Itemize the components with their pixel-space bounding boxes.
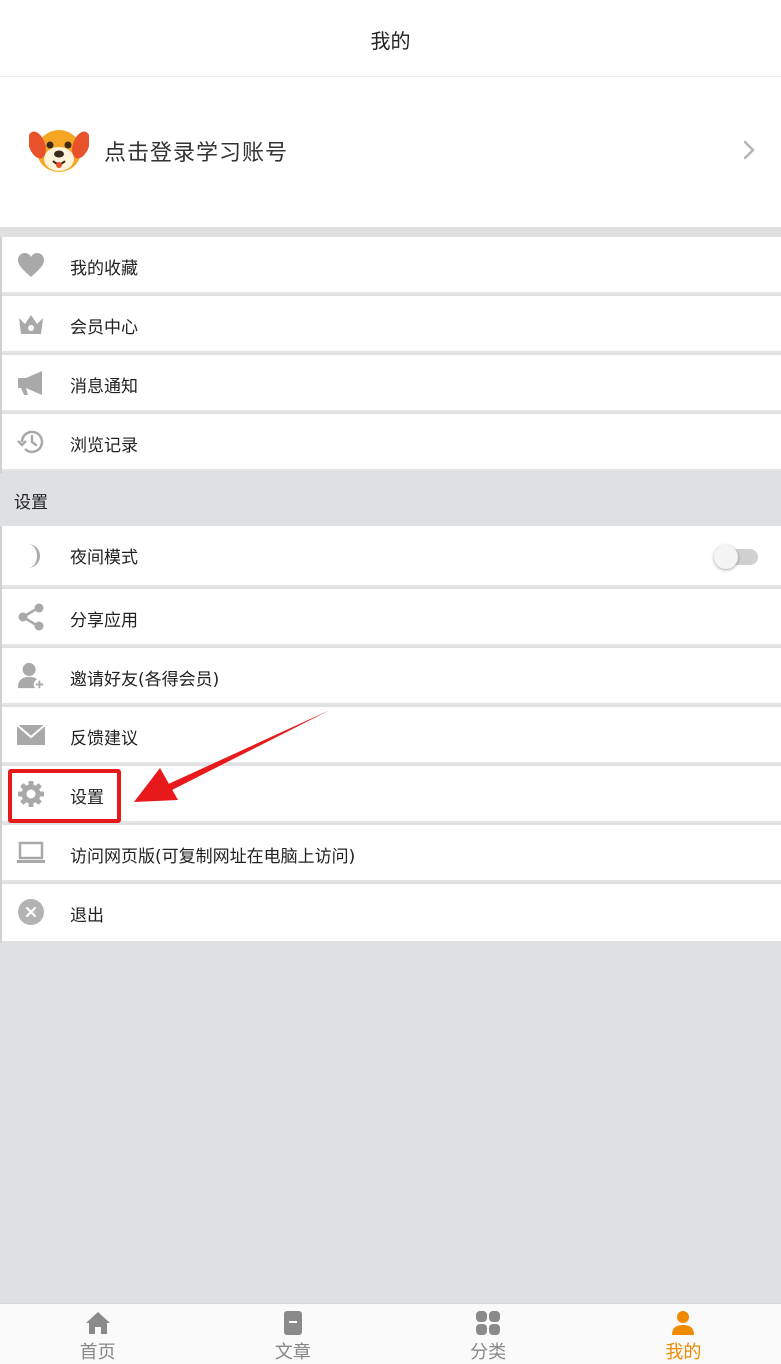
menu-item-label: 我的收藏 — [70, 259, 138, 279]
app-root: 我的 点击登录学习账号 我的收藏 会员中心 消息通知 浏览记录 设置 夜间模式 … — [0, 0, 781, 1364]
empty-area — [0, 943, 781, 1303]
menu-item-label: 退出 — [70, 906, 104, 926]
crown-icon — [19, 315, 43, 334]
tab-articles[interactable]: 文章 — [195, 1304, 390, 1364]
share-icon — [18, 603, 44, 631]
tab-label: 首页 — [79, 1342, 116, 1363]
menu-item-feedback[interactable]: 反馈建议 — [2, 707, 781, 764]
document-icon — [283, 1311, 302, 1335]
grid-icon — [476, 1311, 501, 1335]
menu-item-label: 会员中心 — [70, 318, 138, 338]
add-user-icon — [17, 662, 45, 690]
menu-item-history[interactable]: 浏览记录 — [2, 414, 781, 471]
menu-item-share-app[interactable]: 分享应用 — [2, 589, 781, 646]
close-circle-icon — [18, 899, 44, 925]
tab-label: 分类 — [470, 1342, 507, 1363]
menu-item-label: 分享应用 — [70, 611, 138, 631]
login-row[interactable]: 点击登录学习账号 — [0, 77, 781, 227]
menu-item-invite-friends[interactable]: 邀请好友(各得会员) — [2, 648, 781, 705]
page-header: 我的 — [0, 0, 781, 77]
home-icon — [85, 1312, 110, 1334]
menu-item-logout[interactable]: 退出 — [2, 884, 781, 941]
laptop-icon — [17, 841, 45, 863]
menu-item-label: 浏览记录 — [70, 436, 138, 456]
tab-label: 我的 — [665, 1342, 702, 1363]
menu-item-label: 夜间模式 — [70, 548, 138, 568]
moon-icon — [28, 544, 40, 568]
user-icon — [672, 1311, 695, 1335]
menu-item-web-version[interactable]: 访问网页版(可复制网址在电脑上访问) — [2, 825, 781, 882]
chevron-right-icon — [743, 140, 755, 160]
menu-item-notifications[interactable]: 消息通知 — [2, 355, 781, 412]
toggle-knob — [714, 545, 738, 569]
heart-icon — [18, 253, 44, 277]
annotation-highlight-box — [8, 769, 121, 823]
megaphone-icon — [18, 371, 42, 395]
history-icon — [17, 430, 44, 454]
menu-item-night-mode[interactable]: 夜间模式 — [2, 526, 781, 587]
menu-item-label: 反馈建议 — [70, 729, 138, 749]
tab-categories[interactable]: 分类 — [391, 1304, 586, 1364]
menu-item-favorites[interactable]: 我的收藏 — [2, 237, 781, 294]
menu-item-membership[interactable]: 会员中心 — [2, 296, 781, 353]
tab-label: 文章 — [274, 1342, 311, 1363]
settings-section-header: 设置 — [0, 473, 781, 526]
dog-avatar-icon — [29, 130, 89, 172]
bottom-tab-bar: 首页 文章 分类 我的 — [0, 1303, 781, 1364]
night-mode-toggle[interactable] — [714, 545, 758, 569]
menu-item-label: 邀请好友(各得会员) — [70, 670, 220, 690]
mail-icon — [16, 724, 46, 745]
section-title: 设置 — [14, 493, 48, 513]
divider — [0, 227, 781, 237]
tab-home[interactable]: 首页 — [0, 1304, 195, 1364]
menu-item-label: 访问网页版(可复制网址在电脑上访问) — [70, 847, 356, 867]
annotation-arrow-icon — [134, 710, 330, 802]
page-title: 我的 — [370, 28, 411, 53]
menu-item-label: 消息通知 — [70, 377, 138, 397]
login-prompt: 点击登录学习账号 — [104, 141, 289, 166]
tab-mine[interactable]: 我的 — [586, 1304, 781, 1364]
